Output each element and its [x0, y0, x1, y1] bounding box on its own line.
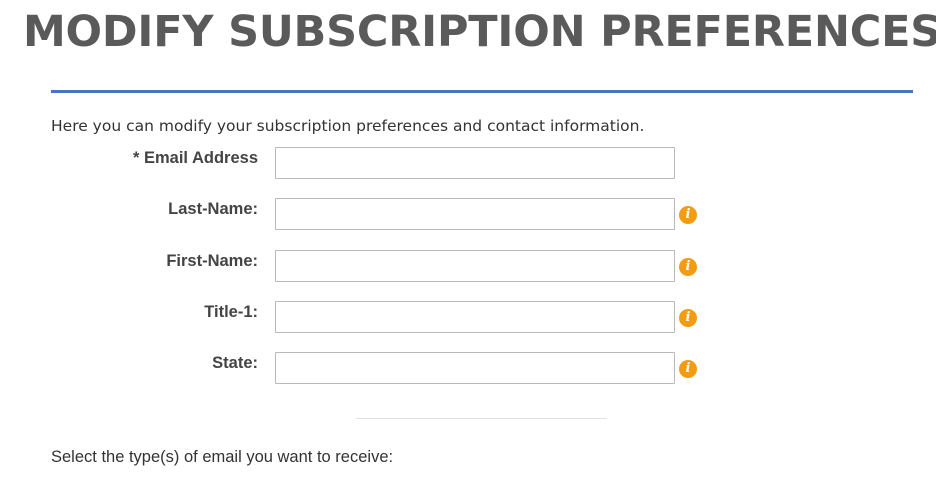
form-row-title: Title-1: i	[0, 301, 936, 335]
email-address-label: * Email Address	[132, 149, 258, 167]
first-name-input[interactable]	[275, 250, 675, 282]
title-1-label: Title-1:	[204, 303, 258, 321]
email-types-prompt: Select the type(s) of email you want to …	[51, 448, 394, 466]
page-title: MODIFY SUBSCRIPTION PREFERENCES	[22, 7, 936, 57]
title-divider	[51, 90, 913, 93]
title-1-input[interactable]	[275, 301, 675, 333]
form-row-last-name: Last-Name: i	[0, 198, 936, 232]
form-row-first-name: First-Name: i	[0, 250, 936, 284]
info-icon[interactable]: i	[679, 258, 697, 276]
last-name-input[interactable]	[275, 198, 675, 230]
info-icon[interactable]: i	[679, 309, 697, 327]
intro-text: Here you can modify your subscription pr…	[51, 117, 645, 135]
section-divider	[356, 418, 607, 419]
state-input[interactable]	[275, 352, 675, 384]
form-row-state: State: i	[0, 352, 936, 386]
state-label: State:	[212, 354, 258, 372]
info-icon[interactable]: i	[679, 206, 697, 224]
info-icon[interactable]: i	[679, 360, 697, 378]
email-address-input[interactable]	[275, 147, 675, 179]
last-name-label: Last-Name:	[168, 200, 258, 218]
form-row-email: * Email Address	[0, 147, 936, 181]
first-name-label: First-Name:	[166, 252, 258, 270]
